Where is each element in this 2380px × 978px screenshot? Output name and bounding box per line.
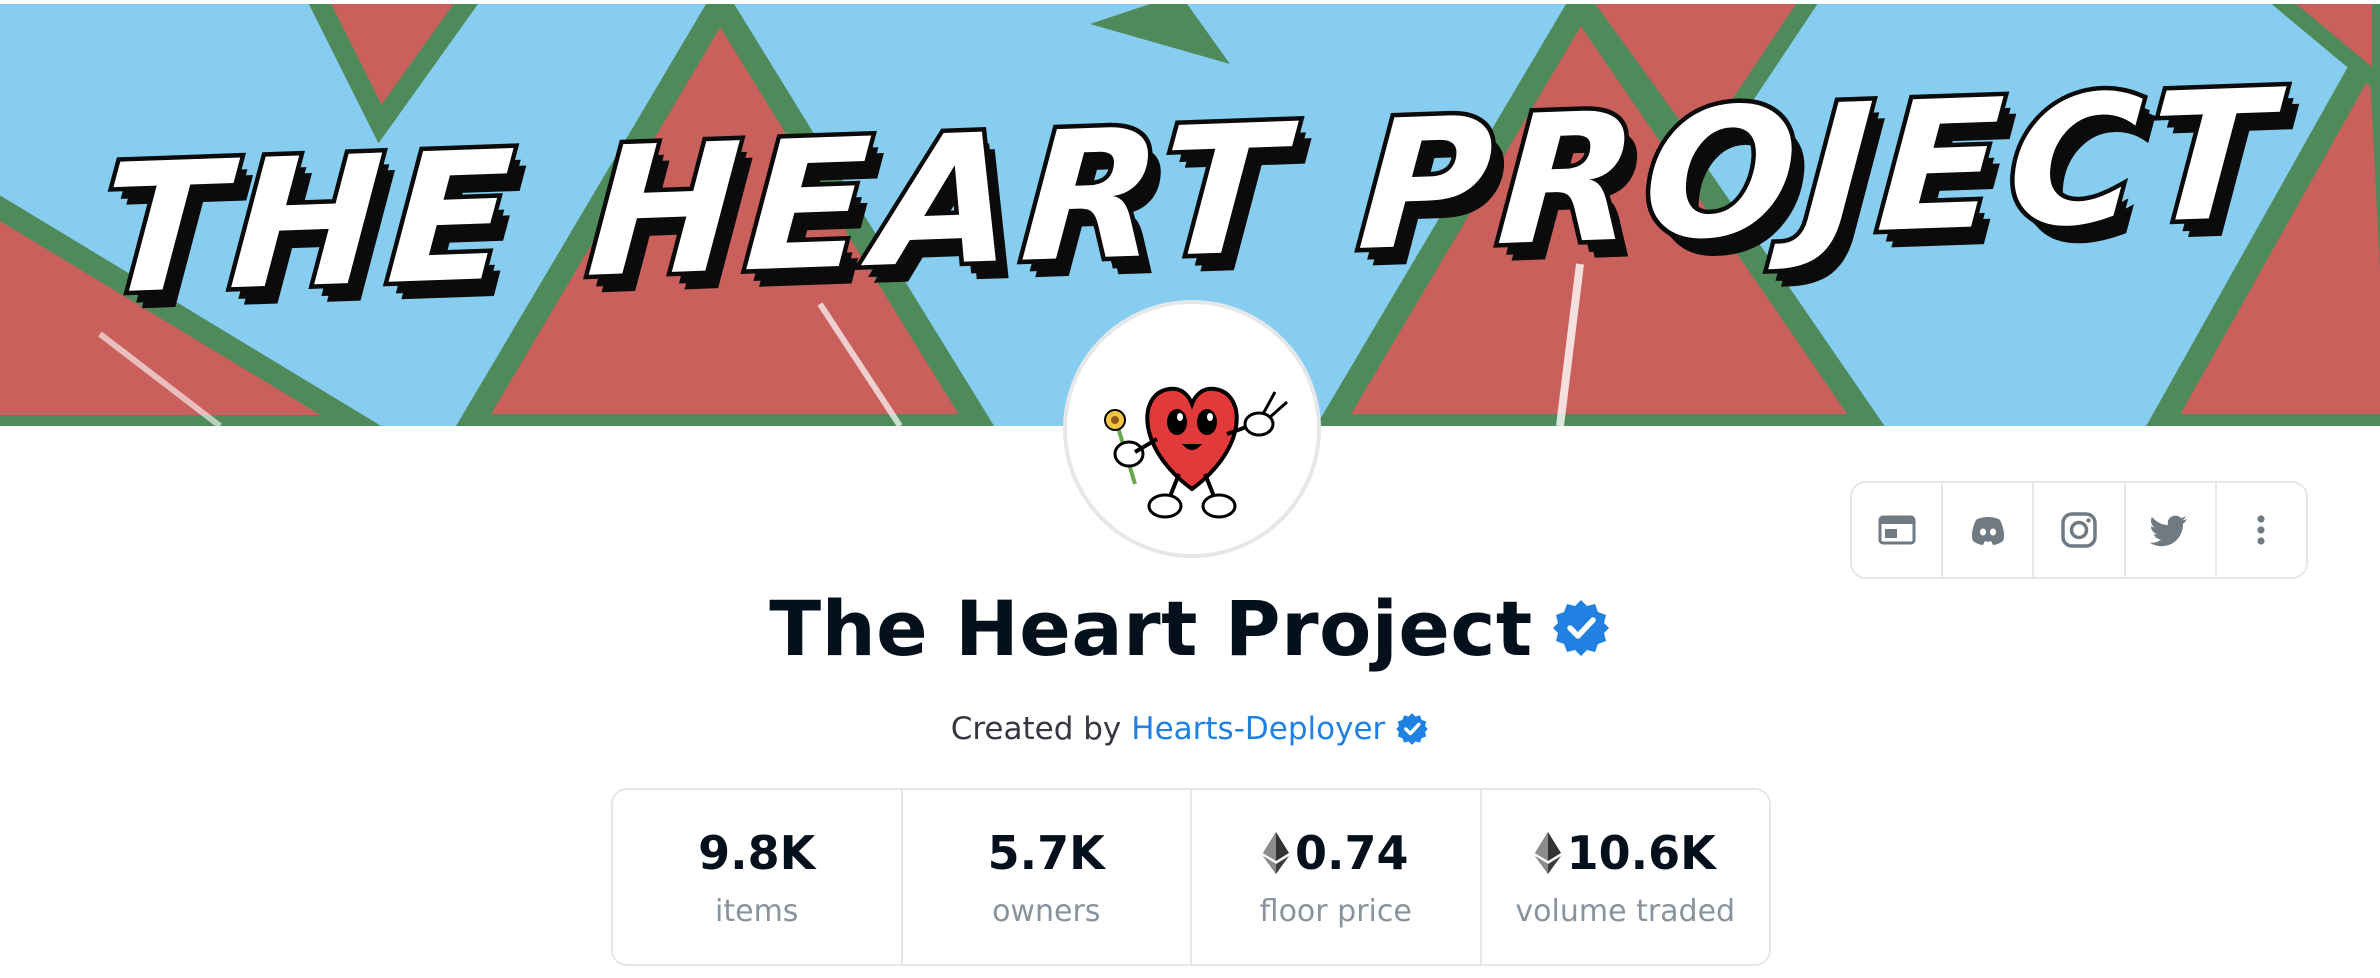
website-button[interactable] xyxy=(1852,483,1944,577)
collection-title-row: The Heart Project xyxy=(0,578,2380,678)
stat-volume-traded-value: 10.6K xyxy=(1566,825,1716,880)
creator-prefix: Created by xyxy=(950,711,1122,747)
ethereum-icon xyxy=(1534,831,1561,874)
collection-avatar xyxy=(1063,300,1321,558)
stat-floor-price-value: 0.74 xyxy=(1295,825,1409,880)
stat-volume-traded[interactable]: 10.6K volume traded xyxy=(1482,790,1770,964)
more-options-button[interactable] xyxy=(2217,483,2306,577)
creator-row: Created by Hearts-Deployer xyxy=(0,704,2380,754)
heart-mascot-icon xyxy=(1104,386,1288,519)
stat-owners-label: owners xyxy=(992,893,1101,929)
stat-value-row: 5.7K xyxy=(988,826,1105,880)
creator-verified-badge-icon xyxy=(1395,712,1429,746)
creator-link[interactable]: Hearts-Deployer xyxy=(1131,711,1385,747)
twitter-button[interactable] xyxy=(2126,483,2217,577)
stat-items-value: 9.8K xyxy=(698,825,816,880)
instagram-icon xyxy=(2061,512,2097,548)
stat-owners[interactable]: 5.7K owners xyxy=(903,790,1192,964)
collection-stats: 9.8K items 5.7K owners 0.74 floor price xyxy=(611,788,1771,966)
social-links-bar xyxy=(1850,481,2308,579)
stat-floor-price-label: floor price xyxy=(1259,893,1412,929)
twitter-icon xyxy=(2150,515,2188,547)
instagram-button[interactable] xyxy=(2034,483,2126,577)
more-options-icon xyxy=(2257,515,2266,545)
verified-badge-icon xyxy=(1551,598,1611,658)
stat-items-label: items xyxy=(715,893,799,929)
ethereum-icon xyxy=(1263,831,1289,874)
stat-value-row: 9.8K xyxy=(698,826,815,880)
stat-volume-traded-label: volume traded xyxy=(1515,893,1736,929)
stat-floor-price[interactable]: 0.74 floor price xyxy=(1192,790,1482,964)
website-icon xyxy=(1878,515,1916,545)
stat-value-row: 10.6K xyxy=(1534,825,1716,880)
discord-icon xyxy=(1971,517,2004,545)
discord-button[interactable] xyxy=(1943,483,2035,577)
stat-owners-value: 5.7K xyxy=(987,825,1105,880)
stat-items[interactable]: 9.8K items xyxy=(613,790,903,964)
collection-title: The Heart Project xyxy=(769,583,1533,673)
stat-value-row: 0.74 xyxy=(1263,826,1409,880)
